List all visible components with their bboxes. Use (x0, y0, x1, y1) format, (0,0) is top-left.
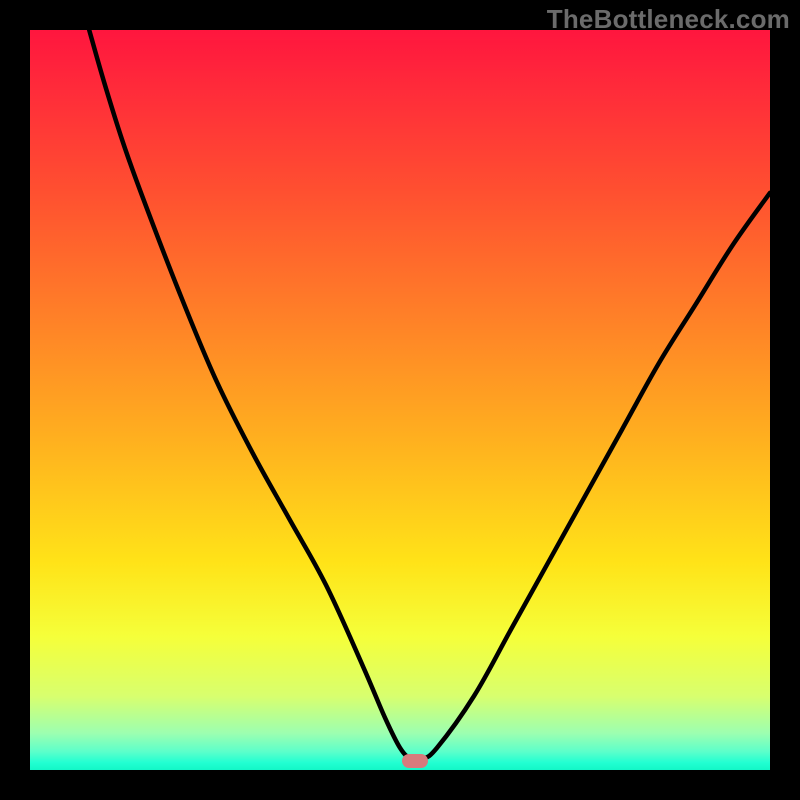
chart-frame: TheBottleneck.com (0, 0, 800, 800)
watermark-text: TheBottleneck.com (547, 4, 790, 35)
plot-area (30, 30, 770, 770)
curve-svg (30, 30, 770, 770)
bottleneck-curve (89, 30, 770, 760)
minimum-marker (402, 754, 428, 768)
